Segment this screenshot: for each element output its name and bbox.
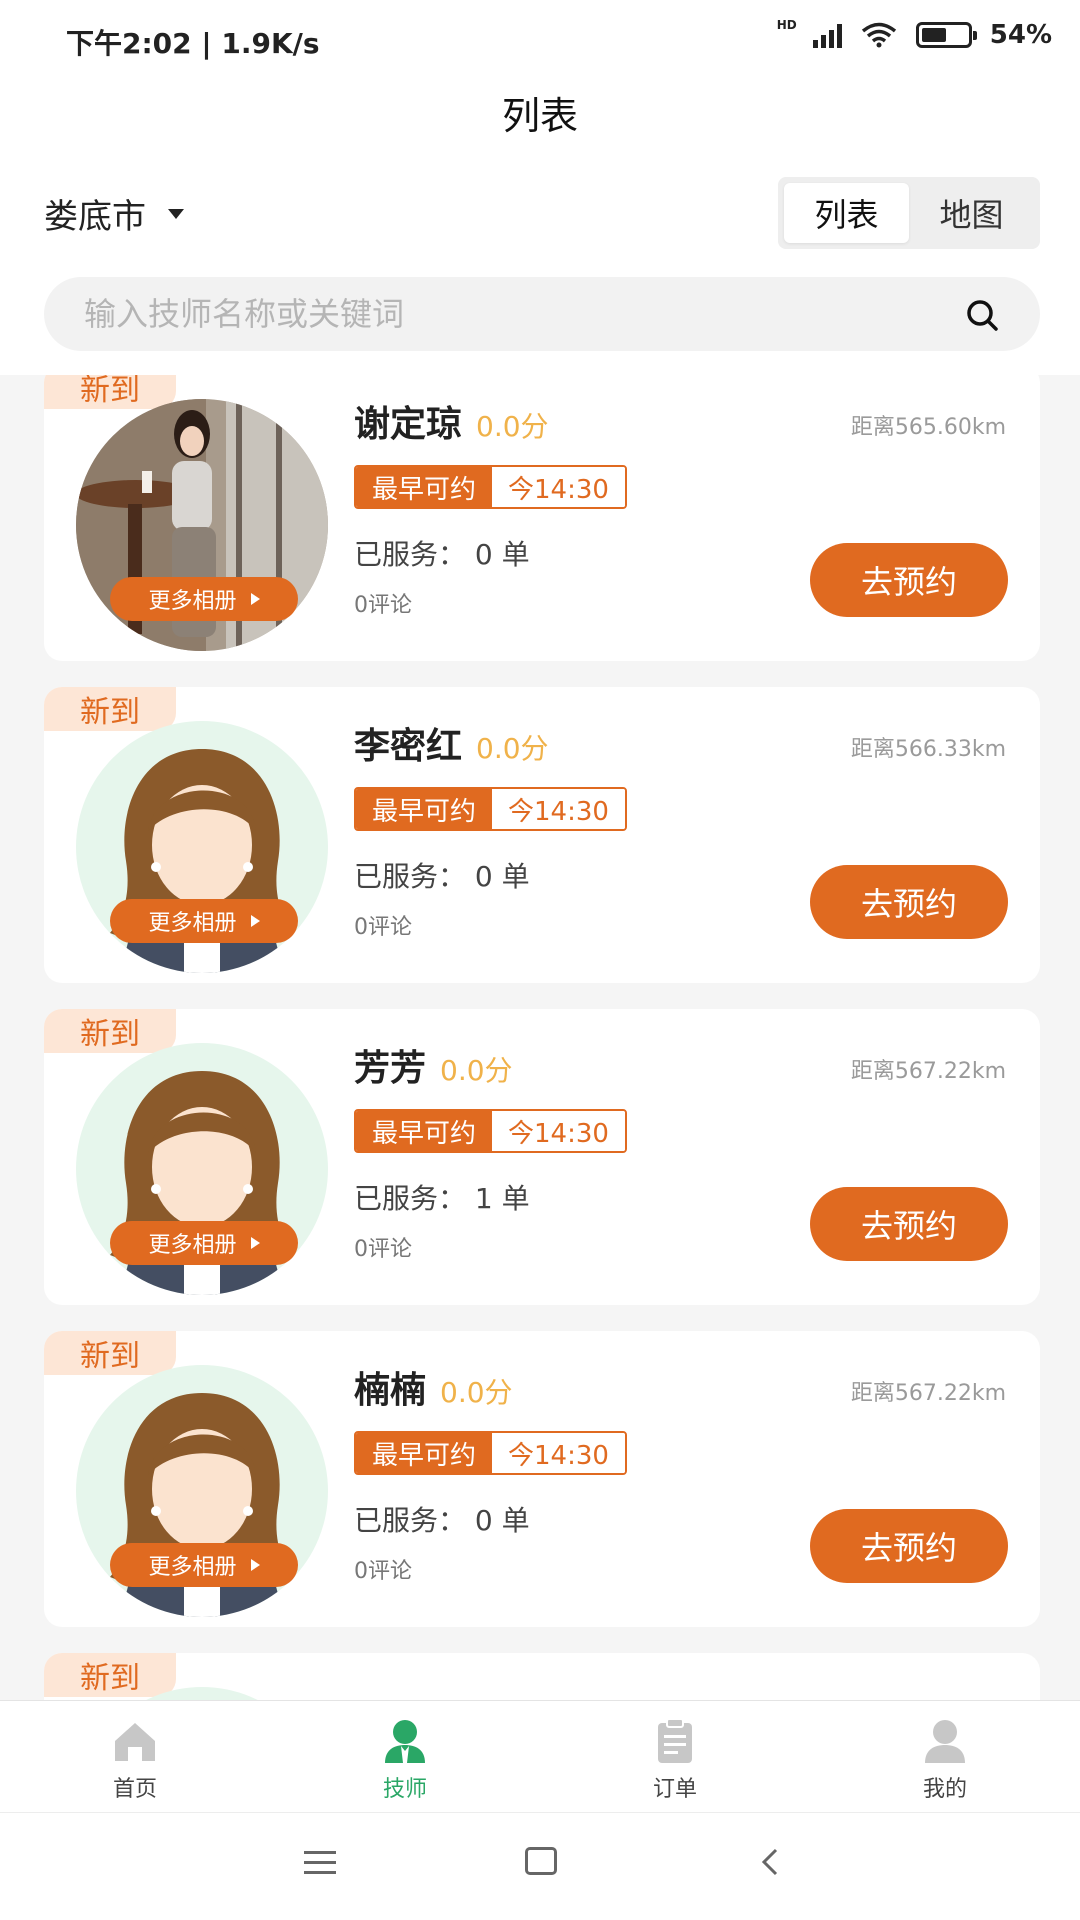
bottom-tab-bar: 首页 技师 订单 我的 [0, 1700, 1080, 1812]
tab-label: 首页 [112, 1777, 157, 1802]
play-icon [250, 1559, 260, 1571]
earliest-available: 最早可约 今14:30 [354, 787, 627, 831]
rating-score: 0.0分 [476, 732, 549, 765]
network-type: HD [776, 18, 797, 32]
book-button[interactable]: 去预约 [810, 1187, 1008, 1261]
battery-level: 54% [989, 20, 1052, 50]
tab-orders[interactable]: 订单 [540, 1701, 810, 1812]
therapist-card[interactable]: 新到 [44, 1653, 1040, 1700]
status-time: 下午2:02 | 1.9K/s [66, 27, 320, 60]
home-icon [115, 1723, 155, 1761]
name-text: 李密红 [354, 726, 463, 767]
distance: 距离567.22km [850, 1381, 1006, 1406]
album-label: 更多相册 [148, 1233, 237, 1258]
earliest-label: 最早可约 [356, 789, 493, 829]
filter-bar: 娄底市 列表 地图 [0, 165, 1080, 375]
rating-score: 0.0分 [440, 1376, 513, 1409]
book-button[interactable]: 去预约 [810, 543, 1008, 617]
served-count: 已服务： 0 单 [354, 1504, 530, 1537]
therapist-card[interactable]: 新到 更多相册 楠楠 0.0分 距离567.22km 最早可约 今14:30 已… [44, 1331, 1040, 1627]
served-count: 已服务： 0 单 [354, 860, 530, 893]
new-tag: 新到 [44, 687, 176, 731]
more-album-button[interactable]: 更多相册 [110, 1221, 298, 1265]
book-button[interactable]: 去预约 [810, 865, 1008, 939]
earliest-time: 今14:30 [492, 1433, 625, 1473]
wifi-icon [861, 22, 896, 48]
status-bar: 下午2:02 | 1.9K/s HD 54% [0, 0, 1080, 80]
earliest-time: 今14:30 [492, 1111, 625, 1151]
earliest-available: 最早可约 今14:30 [354, 1109, 627, 1153]
therapist-name: 李密红 0.0分 [354, 717, 549, 769]
new-tag: 新到 [44, 1331, 176, 1375]
tab-label: 订单 [652, 1777, 697, 1802]
search-bar [44, 277, 1040, 351]
toggle-list[interactable]: 列表 [784, 183, 909, 243]
comment-count: 0评论 [354, 593, 412, 618]
page-title: 列表 [501, 94, 578, 138]
earliest-label: 最早可约 [356, 1433, 493, 1473]
earliest-available: 最早可约 今14:30 [354, 1431, 627, 1475]
play-icon [250, 1237, 260, 1249]
album-label: 更多相册 [148, 911, 237, 936]
more-album-button[interactable]: 更多相册 [110, 1543, 298, 1587]
search-icon[interactable] [964, 297, 1000, 333]
search-input[interactable] [84, 277, 904, 351]
earliest-label: 最早可约 [356, 467, 493, 507]
name-text: 楠楠 [354, 1370, 427, 1411]
new-tag: 新到 [44, 375, 176, 409]
served-count: 已服务： 1 单 [354, 1182, 530, 1215]
album-label: 更多相册 [148, 589, 237, 614]
earliest-label: 最早可约 [356, 1111, 493, 1151]
therapist-card[interactable]: 新到 更多相册 谢定琼 0.0分 距离565.60km 最早可约 今14:30 … [44, 375, 1040, 661]
system-nav-bar [0, 1812, 1080, 1920]
tab-label: 技师 [382, 1777, 427, 1802]
more-album-button[interactable]: 更多相册 [110, 577, 298, 621]
comment-count: 0评论 [354, 1237, 412, 1262]
technician-icon [385, 1720, 425, 1763]
profile-icon [925, 1720, 965, 1763]
distance: 距离567.22km [850, 1059, 1006, 1084]
comment-count: 0评论 [354, 915, 412, 940]
therapist-name: 楠楠 0.0分 [354, 1361, 513, 1413]
status-icons: HD 54% [776, 18, 1052, 50]
recent-apps-icon[interactable] [304, 1851, 336, 1875]
distance: 距离566.33km [850, 737, 1006, 762]
back-icon[interactable] [760, 1847, 780, 1877]
battery-icon [915, 22, 977, 48]
more-album-button[interactable]: 更多相册 [110, 899, 298, 943]
city-selector[interactable]: 娄底市 [44, 189, 184, 238]
tab-home[interactable]: 首页 [0, 1701, 270, 1812]
play-icon [250, 593, 260, 605]
name-text: 谢定琼 [354, 404, 463, 445]
therapist-card[interactable]: 新到 更多相册 李密红 0.0分 距离566.33km 最早可约 今14:30 … [44, 687, 1040, 983]
therapist-name: 芳芳 0.0分 [354, 1039, 513, 1091]
signal-icon [812, 22, 842, 48]
tab-technician[interactable]: 技师 [270, 1701, 540, 1812]
rating-score: 0.0分 [440, 1054, 513, 1087]
toggle-map[interactable]: 地图 [909, 183, 1034, 243]
name-text: 芳芳 [354, 1048, 427, 1089]
served-count: 已服务： 0 单 [354, 538, 530, 571]
earliest-time: 今14:30 [492, 789, 625, 829]
caret-down-icon [168, 208, 184, 219]
home-button-icon[interactable] [525, 1847, 557, 1875]
therapist-card[interactable]: 新到 更多相册 芳芳 0.0分 距离567.22km 最早可约 今14:30 已… [44, 1009, 1040, 1305]
comment-count: 0评论 [354, 1559, 412, 1584]
book-button[interactable]: 去预约 [810, 1509, 1008, 1583]
distance: 距离565.60km [850, 415, 1006, 440]
play-icon [250, 915, 260, 927]
order-icon [658, 1718, 692, 1763]
earliest-time: 今14:30 [492, 467, 625, 507]
rating-score: 0.0分 [476, 410, 549, 443]
therapist-name: 谢定琼 0.0分 [354, 395, 549, 447]
album-label: 更多相册 [148, 1555, 237, 1580]
city-label: 娄底市 [44, 197, 146, 237]
therapist-list: 新到 更多相册 谢定琼 0.0分 距离565.60km 最早可约 今14:30 … [0, 375, 1080, 1700]
earliest-available: 最早可约 今14:30 [354, 465, 627, 509]
new-tag: 新到 [44, 1009, 176, 1053]
new-tag: 新到 [44, 1653, 176, 1697]
tab-profile[interactable]: 我的 [810, 1701, 1080, 1812]
view-toggle: 列表 地图 [778, 177, 1040, 249]
tab-label: 我的 [922, 1777, 967, 1802]
